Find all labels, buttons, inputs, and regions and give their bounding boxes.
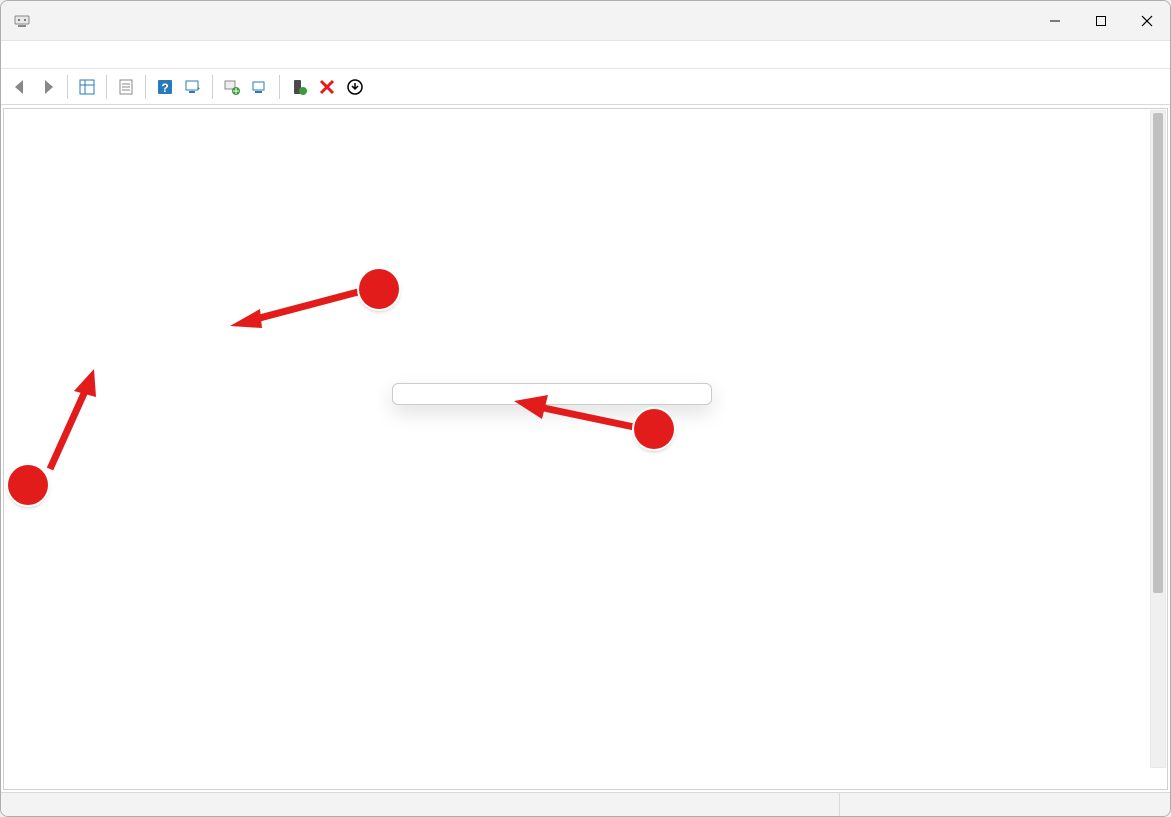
close-button[interactable] — [1124, 1, 1170, 41]
annotation-badge-3 — [634, 409, 674, 449]
toolbar: ? — [1, 69, 1170, 105]
older-button[interactable] — [342, 74, 368, 100]
statusbar — [1, 792, 1170, 816]
scan-button[interactable] — [180, 74, 206, 100]
content-area — [1, 105, 1170, 792]
menubar — [1, 41, 1170, 69]
scrollbar-thumb[interactable] — [1153, 113, 1163, 593]
annotation-arrow-2 — [40, 369, 110, 479]
update-driver-button[interactable] — [219, 74, 245, 100]
back-button[interactable] — [7, 74, 33, 100]
annotation-arrow-1 — [230, 290, 370, 330]
app-icon — [13, 12, 31, 30]
minimize-button[interactable] — [1032, 1, 1078, 41]
svg-text:?: ? — [161, 81, 168, 95]
annotation-badge-2 — [8, 465, 48, 505]
annotation-arrow-3 — [514, 397, 644, 437]
forward-button[interactable] — [35, 74, 61, 100]
help-button[interactable]: ? — [152, 74, 178, 100]
disable-device-button[interactable] — [314, 74, 340, 100]
uninstall-device-button[interactable] — [247, 74, 273, 100]
maximize-button[interactable] — [1078, 1, 1124, 41]
vertical-scrollbar[interactable] — [1150, 110, 1166, 768]
show-hide-tree-button[interactable] — [74, 74, 100, 100]
annotation-badge-1 — [359, 269, 399, 309]
enable-device-button[interactable] — [286, 74, 312, 100]
properties-button[interactable] — [113, 74, 139, 100]
titlebar — [1, 1, 1170, 41]
device-manager-window: ? — [0, 0, 1171, 817]
